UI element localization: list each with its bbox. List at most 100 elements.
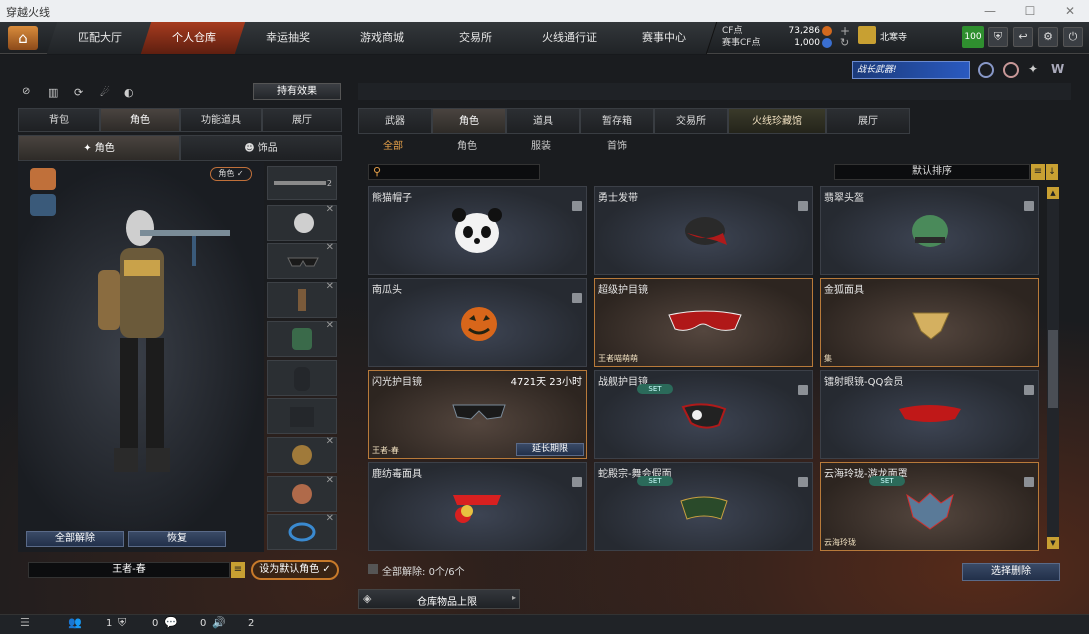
- tab-match-lobby[interactable]: 匹配大厅: [46, 22, 154, 54]
- chat-icon[interactable]: 💬: [164, 616, 178, 629]
- tab-showroom[interactable]: 展厅: [262, 108, 342, 132]
- tab-game-mall[interactable]: 游戏商城: [328, 22, 436, 54]
- slot-hat[interactable]: ✕: [267, 204, 337, 241]
- gear-icon[interactable]: ⚙: [1038, 27, 1058, 47]
- wings-icon[interactable]: ✦: [1028, 62, 1044, 78]
- tab-backpack[interactable]: 背包: [18, 108, 100, 132]
- effects-button[interactable]: 持有效果: [253, 83, 341, 100]
- lock-icon: [798, 477, 808, 487]
- item-card[interactable]: 超级护目镜 王者喵萌萌: [594, 278, 813, 367]
- set-badge: SET: [637, 476, 673, 486]
- list-icon[interactable]: ☰: [20, 616, 30, 629]
- friends-icon[interactable]: 👥: [68, 616, 82, 629]
- release-all-button[interactable]: 全部解除: [26, 531, 124, 547]
- w-icon[interactable]: W: [1051, 62, 1067, 78]
- slot-item-3[interactable]: ✕: [267, 281, 337, 318]
- subtab-roles[interactable]: 角色: [442, 137, 492, 157]
- checkbox-icon[interactable]: [368, 564, 378, 574]
- item-card[interactable]: 金狐面具集: [820, 278, 1039, 367]
- off-toggle-icon[interactable]: ⊘: [22, 86, 38, 102]
- tab-showroom-right[interactable]: 展厅: [826, 108, 910, 134]
- mouse-icon[interactable]: ◐: [124, 86, 140, 102]
- rotate-icon[interactable]: ⟳: [74, 86, 90, 102]
- tab-collection-hall[interactable]: 火线珍藏馆: [728, 108, 826, 134]
- subtab-all[interactable]: 全部: [368, 137, 418, 157]
- item-card[interactable]: 鹿纺毒面具: [368, 462, 587, 551]
- stats-icon[interactable]: ▥: [48, 86, 64, 102]
- weapon-slot[interactable]: 2: [267, 166, 337, 200]
- set-default-role-button[interactable]: 设为默认角色 ✓: [251, 560, 339, 580]
- menu-icon[interactable]: ≡: [231, 562, 245, 578]
- restore-button[interactable]: 恢复: [128, 531, 226, 547]
- slot-body[interactable]: [267, 360, 337, 396]
- mask-mode-icon[interactable]: [30, 194, 56, 216]
- character-name-field[interactable]: 王者-春: [28, 562, 230, 578]
- tab-battle-pass[interactable]: 火线通行证: [516, 22, 624, 54]
- sort-direction-icon[interactable]: ↓: [1046, 164, 1058, 180]
- tab-event-center[interactable]: 赛事中心: [610, 22, 718, 54]
- item-card[interactable]: 翡翠头盔: [820, 186, 1039, 275]
- minimize-button[interactable]: —: [975, 2, 1005, 20]
- tab-function-items[interactable]: 功能道具: [180, 108, 262, 132]
- maximize-button[interactable]: ☐: [1015, 2, 1045, 20]
- tab-exchange-storage[interactable]: 交易所: [654, 108, 728, 134]
- search-icon: ⚲: [373, 165, 382, 178]
- tab-character[interactable]: 角色: [100, 108, 180, 132]
- target-icon[interactable]: [1003, 62, 1019, 78]
- slot-item-4[interactable]: ✕: [267, 320, 337, 357]
- slot-glasses[interactable]: ✕: [267, 242, 337, 279]
- return-icon[interactable]: ↩: [1013, 27, 1033, 47]
- tab-exchange[interactable]: 交易所: [422, 22, 530, 54]
- list-view-icon[interactable]: ≡: [1031, 164, 1045, 180]
- search-input[interactable]: [387, 165, 537, 179]
- item-card[interactable]: 勇士发带: [594, 186, 813, 275]
- slot-ring-1[interactable]: ✕: [267, 436, 337, 473]
- tab-lucky-draw[interactable]: 幸运抽奖: [234, 22, 342, 54]
- subtab-character[interactable]: ✦ 角色: [18, 135, 180, 161]
- tab-temp-box[interactable]: 暂存箱: [580, 108, 654, 134]
- tab-personal-storage[interactable]: 个人仓库: [140, 22, 248, 54]
- select-delete-button[interactable]: 选择删除: [962, 563, 1060, 581]
- extend-duration-button[interactable]: 延长期限: [516, 443, 584, 456]
- home-icon[interactable]: ⌂: [8, 26, 38, 50]
- refresh-icon[interactable]: ↻: [840, 36, 849, 49]
- speaker-icon[interactable]: 🔊: [212, 616, 226, 629]
- tab-props[interactable]: 道具: [506, 108, 580, 134]
- subtab-jewelry[interactable]: 首饰: [592, 137, 642, 157]
- item-card[interactable]: 镭射眼镜-QQ会员: [820, 370, 1039, 459]
- item-card[interactable]: 闪光护目镜 4721天 23小时 王者-春 延长期限: [368, 370, 587, 459]
- pose-icon[interactable]: ☄: [100, 86, 116, 102]
- lock-icon: [1024, 477, 1034, 487]
- promo-banner[interactable]: 战长武器!: [852, 61, 970, 79]
- scrollbar[interactable]: ▲ ▼: [1047, 187, 1059, 549]
- user-name: 北寒寺: [880, 33, 908, 43]
- sort-dropdown[interactable]: 默认排序: [834, 164, 1030, 180]
- shield-icon[interactable]: ⛨: [988, 27, 1008, 47]
- lock-icon: [572, 201, 582, 211]
- scroll-thumb[interactable]: [1048, 330, 1058, 408]
- close-button[interactable]: ✕: [1055, 2, 1085, 20]
- tab-roles[interactable]: 角色: [432, 108, 506, 134]
- badge-icon[interactable]: [978, 62, 994, 78]
- slot-bracelet[interactable]: ✕: [267, 513, 337, 550]
- subtab-accessory[interactable]: ☻ 饰品: [180, 135, 342, 161]
- storage-capacity-bar[interactable]: ◈ 仓库物品上限 ▸: [358, 589, 520, 609]
- item-card[interactable]: 南瓜头: [368, 278, 587, 367]
- item-card[interactable]: 蛇殿宗-舞会假面 SET: [594, 462, 813, 551]
- scroll-down-icon[interactable]: ▼: [1047, 537, 1059, 549]
- window-titlebar: 穿越火线 — ☐ ✕: [0, 0, 1089, 22]
- slot-ring-2[interactable]: ✕: [267, 475, 337, 512]
- slot-legs[interactable]: [267, 398, 337, 434]
- subtab-clothing[interactable]: 服装: [516, 137, 566, 157]
- character-mode-icon[interactable]: [30, 168, 56, 190]
- item-card[interactable]: 战舰护目镜 SET: [594, 370, 813, 459]
- item-card[interactable]: 云海玲珑-游龙面罩 SET 云海玲珑: [820, 462, 1039, 551]
- power-icon[interactable]: ⏻: [1063, 27, 1083, 47]
- item-card[interactable]: 熊猫帽子: [368, 186, 587, 275]
- tab-weapons[interactable]: 武器: [358, 108, 432, 134]
- avatar[interactable]: [858, 26, 876, 44]
- clan-shield-icon[interactable]: ⛨: [118, 616, 126, 630]
- character-model: [98, 210, 230, 472]
- search-box[interactable]: ⚲: [368, 164, 540, 180]
- scroll-up-icon[interactable]: ▲: [1047, 187, 1059, 199]
